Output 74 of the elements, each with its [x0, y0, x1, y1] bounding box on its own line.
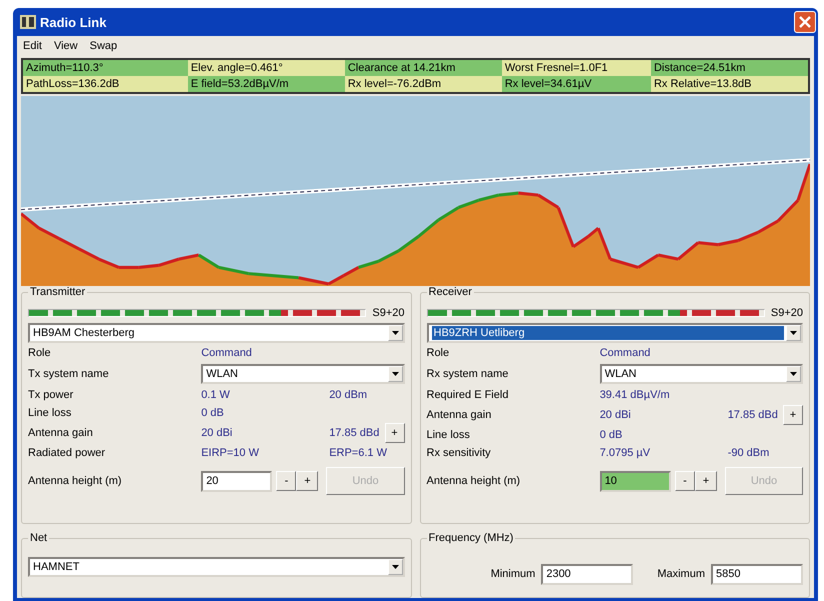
field-value: 17.85 dBd — [329, 427, 380, 439]
system-dropdown[interactable]: WLAN — [201, 364, 404, 384]
step-button[interactable]: + — [296, 471, 318, 491]
height-input[interactable]: 20 — [201, 470, 272, 492]
field-label: Rx sensitivity — [426, 447, 492, 459]
caret-icon — [392, 331, 398, 335]
field-value: 0.1 W — [201, 389, 231, 401]
caret-icon — [790, 331, 797, 335]
info-text: Elev. angle=0.461° — [188, 60, 345, 76]
net-dropdown[interactable]: HAMNET — [28, 557, 404, 577]
field-value: -90 dBm — [728, 447, 770, 459]
field-value: 0 dB — [201, 407, 225, 419]
field-label: Maximum — [657, 568, 705, 580]
field-label: Line loss — [28, 407, 72, 419]
field-label: Rx system name — [426, 368, 510, 380]
meter-reading: S9+20 — [372, 307, 404, 319]
info-text: Clearance at 14.21km — [344, 60, 502, 76]
field-label: Role — [426, 347, 450, 359]
caret-icon — [790, 372, 797, 376]
group-title: Net — [28, 532, 50, 544]
field-value: Command — [600, 347, 652, 359]
station-dropdown[interactable]: HB9AM Chesterberg — [28, 323, 404, 343]
window-title: Radio Link — [40, 14, 108, 30]
field-label: Line loss — [426, 429, 471, 441]
info-text: Rx level=-76.2dBm — [344, 76, 502, 92]
step-button[interactable]: + — [384, 423, 404, 443]
info-text: Rx level=34.61µV — [502, 76, 651, 92]
field-value: 39.41 dBµV/m — [600, 389, 671, 401]
step-button[interactable]: - — [276, 471, 296, 491]
group-title: Transmitter — [28, 286, 88, 298]
close-icon — [799, 16, 811, 28]
field-label: Antenna gain — [426, 409, 492, 421]
info-text: E field=53.2dBµV/m — [188, 76, 345, 92]
field-label: Minimum — [490, 568, 536, 580]
field-label: Antenna gain — [28, 427, 94, 439]
field-value: 17.85 dBd — [728, 409, 779, 421]
height-input[interactable]: 10 — [600, 470, 671, 492]
info-text: Azimuth=110.3° — [23, 60, 188, 76]
station-dropdown[interactable]: HB9ZRH Uetliberg — [426, 323, 803, 343]
group-title: Receiver — [426, 286, 474, 298]
caret-icon — [392, 565, 398, 569]
frequency-input[interactable]: 2300 — [541, 564, 634, 584]
close-button[interactable] — [794, 11, 816, 33]
field-label: Required E Field — [426, 389, 510, 401]
field-label: Antenna height (m) — [28, 475, 123, 487]
field-value: 0 dB — [600, 429, 624, 441]
info-text: Worst Fresnel=1.0F1 — [502, 60, 651, 76]
info-text: Rx Relative=13.8dB — [650, 76, 808, 92]
menu-item[interactable]: Swap — [90, 40, 118, 54]
field-label: Antenna height (m) — [426, 475, 522, 487]
field-label: Radiated power — [28, 447, 106, 459]
menu-item[interactable]: Edit — [23, 40, 42, 54]
system-dropdown[interactable]: WLAN — [600, 364, 803, 384]
frequency-input[interactable]: 5850 — [711, 564, 803, 584]
field-label: Tx system name — [28, 368, 110, 380]
field-label: Role — [28, 347, 52, 359]
step-button[interactable]: + — [783, 405, 803, 425]
info-text: Distance=24.51km — [650, 60, 808, 76]
step-button[interactable]: - — [674, 471, 695, 491]
field-value: 20 dBi — [201, 427, 234, 439]
caret-icon — [392, 372, 398, 376]
field-value: EIRP=10 W — [201, 447, 260, 459]
group-title: Frequency (MHz) — [426, 532, 516, 544]
field-value: Command — [201, 347, 253, 359]
field-value: 20 dBi — [600, 409, 632, 421]
menu-item[interactable]: View — [54, 40, 78, 54]
meter-reading: S9+20 — [770, 307, 803, 319]
info-text: PathLoss=136.2dB — [23, 76, 188, 92]
step-button[interactable]: + — [694, 471, 717, 491]
field-value: 7.0795 µV — [600, 447, 652, 459]
field-value: ERP=6.1 W — [329, 447, 387, 459]
field-label: Tx power — [28, 389, 74, 401]
field-value: 20 dBm — [329, 389, 368, 401]
app-icon — [20, 15, 36, 29]
